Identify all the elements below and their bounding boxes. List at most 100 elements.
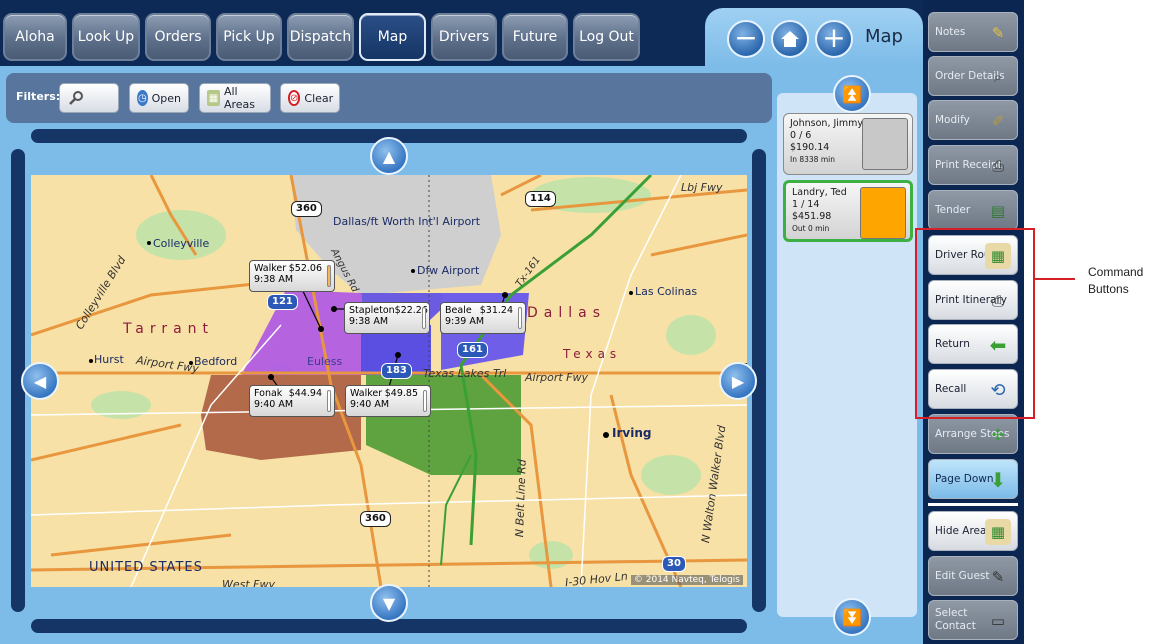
no-icon: ⊘ (288, 90, 301, 106)
pan-left-button[interactable]: ◀ (21, 362, 59, 400)
tab-dispatch[interactable]: Dispatch (287, 13, 354, 61)
tab-pick-up[interactable]: Pick Up (216, 13, 282, 61)
highway-121-shield: 121 (267, 294, 298, 310)
all-areas-filter-button[interactable]: ▦ All Areas (199, 83, 271, 113)
map-title: Map (865, 26, 903, 47)
annotation-label: Command Buttons (1088, 264, 1143, 298)
tarrant-label: Tarrant (123, 321, 215, 337)
driver-status-bar (422, 307, 426, 329)
order-color-swatch (860, 187, 906, 239)
plus-icon: + (822, 21, 846, 54)
driver-time: 9:39 AM (445, 316, 485, 327)
open-filter-button[interactable]: ◷ Open (129, 83, 189, 113)
open-filter-label: Open (151, 91, 181, 105)
edit-guest-label: Edit Guest (935, 569, 990, 582)
driver-time: 9:40 AM (254, 399, 294, 410)
driver-status-bar (327, 265, 331, 287)
tab-drivers[interactable]: Drivers (431, 13, 497, 61)
highway-360-shield: 360 (291, 201, 322, 217)
tab-map[interactable]: Map (359, 13, 426, 61)
zoom-in-button[interactable]: + (815, 20, 853, 58)
driver-marker-fonak[interactable]: Fonak $44.94 9:40 AM (249, 385, 335, 417)
order-card[interactable]: Johnson, Jimmy 0 / 6 $190.14 In 8338 min (783, 113, 913, 175)
zoom-out-button[interactable]: − (727, 20, 765, 58)
tab-future[interactable]: Future (502, 13, 568, 61)
driver-name: Walker (254, 263, 287, 274)
n-belt-line-label: N Belt Line Rd (513, 459, 529, 538)
notes-label: Notes (935, 25, 966, 38)
command-buttons-highlight (915, 228, 1035, 419)
driver-time: 9:38 AM (349, 316, 389, 327)
select-contact-button[interactable]: Select Contact ▭ (928, 600, 1018, 640)
lbj-fwy-label: Lbj Fwy (681, 181, 723, 194)
driver-name: Beale (445, 305, 472, 316)
double-up-arrow-icon: ⏫ (842, 84, 862, 104)
annotation-line2: Buttons (1088, 282, 1129, 296)
pan-up-button[interactable]: ▲ (370, 137, 408, 175)
driver-name: Walker (350, 388, 383, 399)
driver-marker-walker[interactable]: Walker $52.06 9:38 AM (249, 260, 335, 292)
order-status-prefix: Out (792, 224, 806, 233)
minus-icon: − (734, 21, 758, 54)
modify-button[interactable]: Modify ✐ (928, 100, 1018, 140)
right-arrow-icon: ▶ (731, 371, 745, 391)
order-status-value: 0 (808, 224, 813, 233)
search-filter-button[interactable] (59, 83, 119, 113)
orders-scroll-up-button[interactable]: ⏫ (833, 75, 871, 113)
clear-filter-button[interactable]: ⊘ Clear (280, 83, 340, 113)
tab-orders[interactable]: Orders (145, 13, 211, 61)
home-button[interactable] (771, 20, 809, 58)
tender-label: Tender (935, 203, 971, 216)
clear-filter-label: Clear (304, 91, 334, 105)
driver-status-bar (518, 307, 522, 329)
page-down-button[interactable]: Page Down ⬇ (928, 459, 1018, 499)
order-details-button[interactable]: Order Details ⌕ (928, 56, 1018, 96)
country-label: UNITED STATES (89, 560, 203, 575)
highway-114-shield: 114 (525, 191, 556, 207)
notes-button[interactable]: Notes ✎ (928, 12, 1018, 52)
airport-fwy-east-label: Airport Fwy (525, 371, 588, 384)
edit-guest-button[interactable]: Edit Guest ✎ (928, 556, 1018, 596)
driver-marker-walker-2[interactable]: Walker $49.85 9:40 AM (345, 385, 431, 417)
pan-right-button[interactable]: ▶ (719, 362, 757, 400)
driver-amount: $44.94 (288, 388, 322, 399)
hide-area-button[interactable]: Hide Area ▦ (928, 511, 1018, 551)
bedford-label: Bedford (194, 355, 238, 368)
highway-360-south-shield: 360 (360, 511, 391, 527)
driver-name: Fonak (254, 388, 283, 399)
tab-log-out[interactable]: Log Out (573, 13, 640, 61)
magnifier-icon: ⌕ (993, 67, 1003, 86)
driver-time: 9:40 AM (350, 399, 390, 410)
tab-look-up[interactable]: Look Up (72, 13, 140, 61)
map-header: − + Map (705, 8, 923, 68)
highway-161-shield: 161 (457, 342, 488, 358)
map-canvas[interactable]: Dallas/ft Worth Int'l Airport Dfw Airpor… (31, 175, 747, 587)
driver-marker-stapleton[interactable]: Stapleton $22.26 9:38 AM (344, 302, 430, 334)
application-window: Aloha Look Up Orders Pick Up Dispatch Ma… (0, 0, 1024, 644)
orders-scroll-down-button[interactable]: ⏬ (833, 598, 871, 636)
arrange-stops-button[interactable]: Arrange Stops ✣ (928, 414, 1018, 454)
tender-button[interactable]: Tender ▤ (928, 190, 1018, 230)
top-navigation: Aloha Look Up Orders Pick Up Dispatch Ma… (0, 10, 700, 64)
tab-aloha[interactable]: Aloha (3, 13, 67, 61)
west-fwy-label: West Fwy (222, 578, 276, 587)
print-receipt-button[interactable]: Print Receipt ⎙ (928, 145, 1018, 185)
order-status-unit: min (820, 155, 835, 164)
colleyville-label: Colleyville (153, 237, 210, 250)
pan-down-button[interactable]: ▼ (370, 584, 408, 622)
down-arrow-icon: ▼ (382, 593, 396, 613)
order-status-value: 8338 (799, 155, 819, 164)
driver-status-bar (423, 390, 427, 412)
order-card-selected[interactable]: Landry, Ted 1 / 14 $451.98 Out 0 min (783, 180, 913, 242)
orders-panel: Johnson, Jimmy 0 / 6 $190.14 In 8338 min… (777, 93, 917, 617)
map-area-icon: ▦ (985, 519, 1011, 545)
filter-bar: Filters: ◷ Open ▦ All Areas ⊘ Clear (6, 73, 772, 123)
order-color-swatch (862, 118, 908, 170)
down-arrow-icon: ⬇ (989, 467, 1007, 492)
driver-marker-beale[interactable]: Beale $31.24 9:39 AM (440, 302, 526, 334)
arrange-stops-icon: ✣ (991, 425, 1005, 444)
texas-lakes-trl-label: Texas Lakes Trl (423, 367, 507, 380)
dfw-label: Dfw Airport (417, 264, 480, 277)
airport-label: Dallas/ft Worth Int'l Airport (333, 215, 481, 228)
driver-amount: $31.24 (479, 305, 513, 316)
